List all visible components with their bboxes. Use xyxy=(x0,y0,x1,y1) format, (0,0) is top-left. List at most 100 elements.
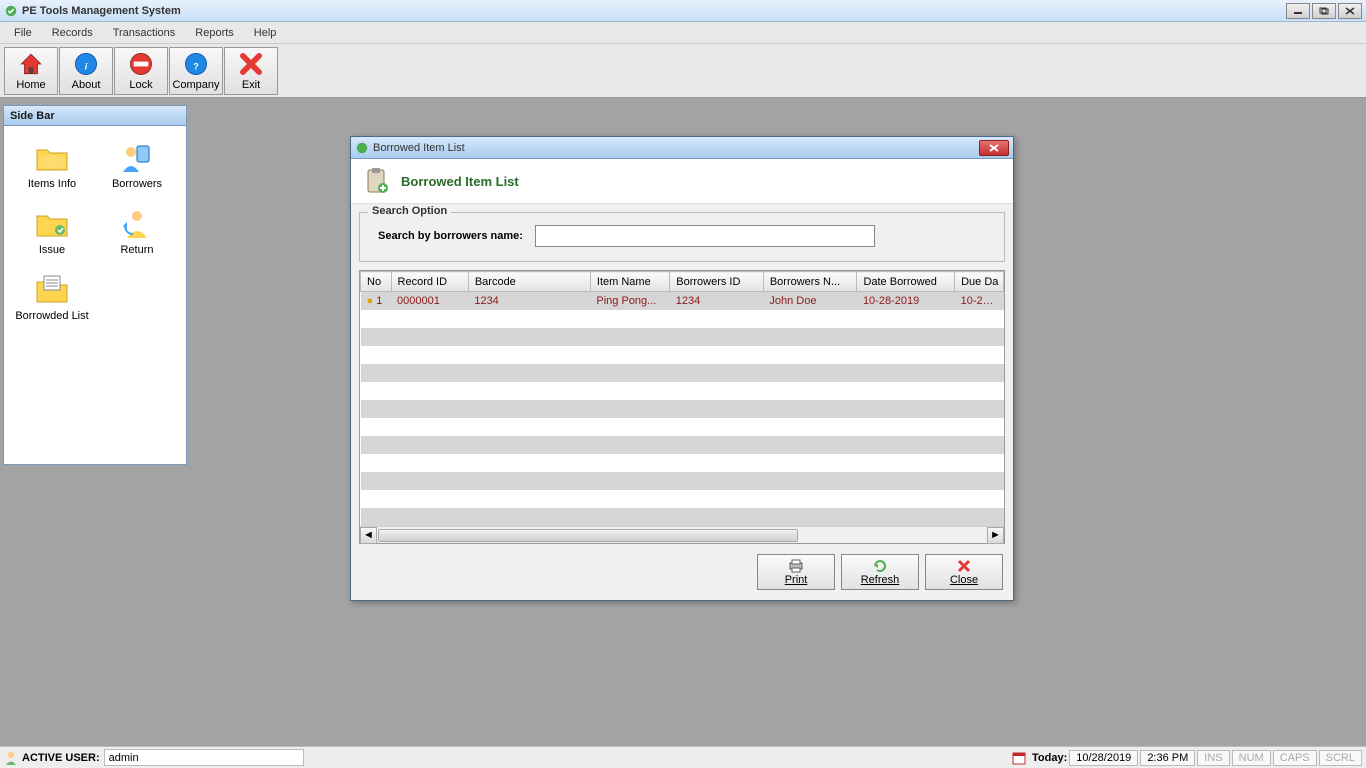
sidebar-item-return[interactable]: Return xyxy=(97,200,177,262)
table-row xyxy=(361,346,1004,364)
table-row xyxy=(361,508,1004,526)
table-header-row: No Record ID Barcode Item Name Borrowers… xyxy=(361,272,1004,292)
exit-icon xyxy=(237,50,265,78)
active-user-field: admin xyxy=(104,749,304,766)
sidebar-item-items-info[interactable]: Items Info xyxy=(12,134,92,196)
cell-record-id: 0000001 xyxy=(391,292,468,310)
cell-date-borrowed: 10-28-2019 xyxy=(857,292,955,310)
search-legend: Search Option xyxy=(368,205,451,217)
about-label: About xyxy=(72,79,101,91)
search-fieldset: Search Option Search by borrowers name: xyxy=(359,212,1005,262)
table-row xyxy=(361,436,1004,454)
table-row xyxy=(361,364,1004,382)
exit-label: Exit xyxy=(242,79,260,91)
today-label: Today: xyxy=(1032,752,1067,764)
clipboard-plus-icon xyxy=(363,167,391,195)
status-scrl: SCRL xyxy=(1319,750,1362,766)
user-icon xyxy=(4,751,18,765)
col-borrowers-name[interactable]: Borrowers N... xyxy=(763,272,857,292)
scroll-thumb[interactable] xyxy=(378,529,798,542)
dialog-header-title: Borrowed Item List xyxy=(401,174,519,189)
refresh-icon xyxy=(872,558,888,574)
col-item-name[interactable]: Item Name xyxy=(590,272,669,292)
app-icon xyxy=(4,4,18,18)
status-date: 10/28/2019 xyxy=(1069,750,1138,766)
menu-help[interactable]: Help xyxy=(244,24,287,42)
close-button[interactable]: Close xyxy=(925,554,1003,590)
statusbar: ACTIVE USER: admin Today: 10/28/2019 2:3… xyxy=(0,746,1366,768)
horizontal-scrollbar[interactable]: ◄ ► xyxy=(360,526,1004,543)
table-row xyxy=(361,382,1004,400)
print-button[interactable]: Print xyxy=(757,554,835,590)
sidebar-title: Side Bar xyxy=(4,106,186,126)
svg-text:?: ? xyxy=(193,62,198,72)
noentry-icon xyxy=(127,50,155,78)
row-icon: ● xyxy=(367,295,374,307)
company-button[interactable]: ? Company xyxy=(169,47,223,95)
dialog-titlebar: Borrowed Item List xyxy=(351,137,1013,159)
close-window-button[interactable] xyxy=(1338,3,1362,19)
menu-file[interactable]: File xyxy=(4,24,42,42)
print-icon xyxy=(788,558,804,574)
dialog-button-row: Print Refresh Close xyxy=(351,544,1013,600)
cell-item-name: Ping Pong... xyxy=(590,292,669,310)
col-no[interactable]: No xyxy=(361,272,392,292)
person-return-icon xyxy=(119,206,155,242)
col-date-borrowed[interactable]: Date Borrowed xyxy=(857,272,955,292)
exit-button[interactable]: Exit xyxy=(224,47,278,95)
borrowed-items-table: No Record ID Barcode Item Name Borrowers… xyxy=(360,271,1004,526)
status-ins: INS xyxy=(1197,750,1229,766)
refresh-button[interactable]: Refresh xyxy=(841,554,919,590)
cell-borrowers-id: 1234 xyxy=(670,292,764,310)
table-row xyxy=(361,400,1004,418)
dialog-close-button[interactable] xyxy=(979,140,1009,156)
table-row xyxy=(361,328,1004,346)
company-label: Company xyxy=(172,79,219,91)
col-record-id[interactable]: Record ID xyxy=(391,272,468,292)
sidebar-item-label: Borrowded List xyxy=(15,310,88,322)
info-icon: i xyxy=(72,50,100,78)
table-row xyxy=(361,472,1004,490)
question-icon: ? xyxy=(182,50,210,78)
about-button[interactable]: i About xyxy=(59,47,113,95)
menubar: File Records Transactions Reports Help xyxy=(0,22,1366,44)
borrowed-list-dialog: Borrowed Item List Borrowed Item List Se… xyxy=(350,136,1014,601)
sidebar-item-label: Issue xyxy=(39,244,65,256)
col-borrowers-id[interactable]: Borrowers ID xyxy=(670,272,764,292)
col-due-date[interactable]: Due Da xyxy=(955,272,1004,292)
menu-reports[interactable]: Reports xyxy=(185,24,244,42)
table-row xyxy=(361,310,1004,328)
col-barcode[interactable]: Barcode xyxy=(468,272,590,292)
cell-due-date: 10-28-2 xyxy=(955,292,1004,310)
table-row xyxy=(361,418,1004,436)
home-button[interactable]: Home xyxy=(4,47,58,95)
app-title: PE Tools Management System xyxy=(22,5,181,17)
status-num: NUM xyxy=(1232,750,1271,766)
toolbar: Home i About Lock ? Company Exit xyxy=(0,44,1366,98)
lock-button[interactable]: Lock xyxy=(114,47,168,95)
folder-out-icon xyxy=(34,206,70,242)
maximize-button[interactable] xyxy=(1312,3,1336,19)
calendar-icon xyxy=(1012,751,1026,765)
refresh-label: Refresh xyxy=(861,574,900,586)
sidebar-item-issue[interactable]: Issue xyxy=(12,200,92,262)
active-user-value: admin xyxy=(109,752,139,764)
table-container: No Record ID Barcode Item Name Borrowers… xyxy=(359,270,1005,544)
search-input[interactable] xyxy=(535,225,875,247)
cell-barcode: 1234 xyxy=(468,292,590,310)
sidebar-item-borrowers[interactable]: Borrowers xyxy=(97,134,177,196)
table-row[interactable]: ● 1 0000001 1234 Ping Pong... 1234 John … xyxy=(361,292,1004,310)
scroll-right-button[interactable]: ► xyxy=(987,527,1004,544)
status-caps: CAPS xyxy=(1273,750,1317,766)
person-clipboard-icon xyxy=(119,140,155,176)
close-icon xyxy=(956,558,972,574)
scroll-left-button[interactable]: ◄ xyxy=(360,527,377,544)
cell-no: 1 xyxy=(376,295,382,307)
minimize-button[interactable] xyxy=(1286,3,1310,19)
menu-records[interactable]: Records xyxy=(42,24,103,42)
sidebar-item-borrowed-list[interactable]: Borrowded List xyxy=(12,266,92,328)
menu-transactions[interactable]: Transactions xyxy=(103,24,186,42)
print-label: Print xyxy=(785,574,808,586)
search-label: Search by borrowers name: xyxy=(378,230,523,242)
table-row xyxy=(361,490,1004,508)
